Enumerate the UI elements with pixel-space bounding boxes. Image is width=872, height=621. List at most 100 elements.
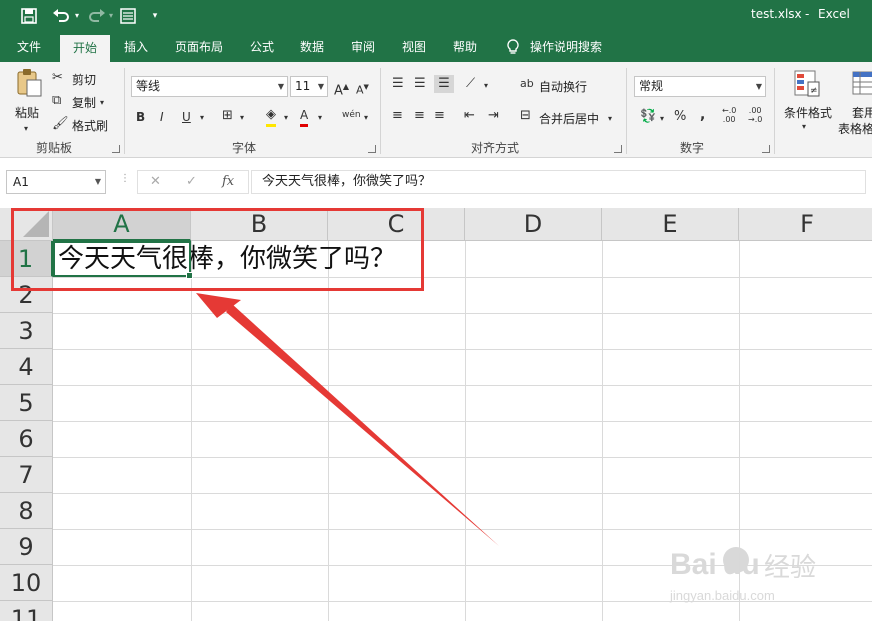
align-top-icon[interactable]: ☰ [392, 75, 404, 93]
orientation-icon[interactable]: ⟋ [466, 75, 475, 93]
redo-dropdown-icon[interactable]: ▾ [106, 6, 116, 26]
format-as-table-icon[interactable] [852, 70, 872, 98]
pinyin-button[interactable]: wén [342, 106, 361, 124]
chevron-down-icon: ▼ [94, 177, 101, 186]
undo-icon[interactable] [50, 6, 72, 26]
merge-dropdown-icon[interactable]: ▾ [608, 110, 612, 128]
row-header-9[interactable]: 9 [0, 529, 53, 565]
cut-button[interactable]: 剪切 [72, 71, 96, 88]
border-icon[interactable]: ⊞ [222, 107, 233, 125]
conditional-formatting-icon[interactable]: ≠ [794, 70, 820, 98]
row-header-4[interactable]: 4 [0, 349, 53, 385]
formula-bar: A1 ▼ ⋮ ✕ ✓ fx 今天天气很棒，你微笑了吗？ [0, 158, 872, 208]
clipboard-launcher-icon[interactable] [112, 145, 120, 153]
undo-dropdown-icon[interactable]: ▾ [72, 6, 82, 26]
merge-center-button[interactable]: 合并后居中 [539, 110, 599, 127]
row-header-10[interactable]: 10 [0, 565, 53, 601]
font-name-dropdown[interactable]: 等线 ▼ [131, 76, 288, 97]
accounting-format-icon[interactable]: 💱 [640, 108, 656, 126]
column-header-f[interactable]: F [739, 208, 872, 241]
increase-indent-icon[interactable]: ⇥ [488, 107, 499, 125]
underline-button[interactable]: U [182, 108, 191, 126]
decrease-decimal-icon[interactable]: .00 →.0 [748, 106, 762, 124]
font-color-icon[interactable]: A [300, 106, 309, 127]
align-center-icon[interactable]: ≡ [414, 107, 425, 125]
number-format-dropdown[interactable]: 常规 ▼ [634, 76, 766, 97]
tab-file[interactable]: 文件 [6, 32, 52, 62]
format-painter-button[interactable]: 格式刷 [72, 117, 108, 134]
tab-view[interactable]: 视图 [392, 32, 436, 62]
format-as-table-line2[interactable]: 表格格 [838, 120, 872, 137]
cancel-icon[interactable]: ✕ [150, 174, 161, 189]
insert-function-icon[interactable]: fx [222, 174, 234, 189]
font-name-value: 等线 [136, 79, 161, 93]
align-bottom-icon[interactable]: ☰ [434, 75, 454, 93]
font-size-dropdown[interactable]: 11 ▼ [290, 76, 328, 97]
increase-font-icon[interactable]: A▲ [334, 78, 349, 100]
orientation-dropdown-icon[interactable]: ▾ [484, 77, 488, 95]
italic-button[interactable]: I [160, 108, 164, 126]
scissors-icon: ✂ [52, 70, 63, 85]
tab-insert[interactable]: 插入 [114, 32, 158, 62]
row-header-5[interactable]: 5 [0, 385, 53, 421]
paste-button[interactable]: 粘贴 [15, 104, 39, 121]
wrap-text-icon: ab [520, 77, 534, 90]
save-icon[interactable] [18, 6, 40, 26]
number-launcher-icon[interactable] [762, 145, 770, 153]
column-header-d[interactable]: D [465, 208, 602, 241]
conditional-formatting-dropdown-icon[interactable]: ▾ [802, 118, 806, 136]
align-middle-icon[interactable]: ☰ [414, 75, 426, 93]
tab-formulas[interactable]: 公式 [240, 32, 284, 62]
font-launcher-icon[interactable] [368, 145, 376, 153]
align-left-icon[interactable]: ≡ [392, 107, 403, 125]
document-title: test.xlsx [751, 7, 802, 21]
redo-icon[interactable] [86, 6, 108, 26]
tab-help[interactable]: 帮助 [442, 32, 488, 62]
format-as-table-line1[interactable]: 套用 [852, 104, 872, 121]
underline-dropdown-icon[interactable]: ▾ [200, 109, 204, 127]
row-header-3[interactable]: 3 [0, 313, 53, 349]
align-right-icon[interactable]: ≡ [434, 107, 445, 125]
row-header-8[interactable]: 8 [0, 493, 53, 529]
form-icon[interactable] [118, 6, 138, 26]
accounting-dropdown-icon[interactable]: ▾ [660, 110, 664, 128]
decrease-indent-icon[interactable]: ⇤ [464, 107, 475, 125]
column-gridline [465, 241, 466, 621]
font-group-label: 字体 [232, 141, 257, 155]
customize-qat-icon[interactable]: ▾ [148, 6, 162, 26]
tab-data[interactable]: 数据 [290, 32, 334, 62]
conditional-formatting-button[interactable]: 条件格式 [784, 104, 832, 121]
copy-button[interactable]: 复制 [72, 94, 96, 111]
comma-style-button[interactable]: , [700, 106, 705, 124]
paste-dropdown-icon[interactable]: ▾ [24, 120, 28, 138]
font-color-dropdown-icon[interactable]: ▾ [318, 109, 322, 127]
decrease-font-icon[interactable]: A▼ [356, 78, 369, 100]
column-header-e[interactable]: E [602, 208, 739, 241]
formula-input[interactable]: 今天天气很棒，你微笑了吗？ [251, 170, 866, 194]
tab-home[interactable]: 开始 [60, 35, 110, 62]
fill-color-dropdown-icon[interactable]: ▾ [284, 109, 288, 127]
paste-icon[interactable] [14, 68, 44, 100]
percent-button[interactable]: % [674, 108, 686, 126]
row-header-6[interactable]: 6 [0, 421, 53, 457]
name-box[interactable]: A1 ▼ [6, 170, 106, 194]
pinyin-dropdown-icon[interactable]: ▾ [364, 109, 368, 127]
merge-center-icon: ⊟ [520, 108, 531, 123]
border-dropdown-icon[interactable]: ▾ [240, 109, 244, 127]
tab-page-layout[interactable]: 页面布局 [166, 32, 232, 62]
more-icon: ⋮ [120, 173, 130, 184]
increase-decimal-icon[interactable]: ←.0.00 [722, 106, 736, 124]
row-header-11[interactable]: 11 [0, 601, 53, 621]
wrap-text-button[interactable]: 自动换行 [539, 78, 587, 95]
row-header-7[interactable]: 7 [0, 457, 53, 493]
tell-me-search[interactable]: 操作说明搜索 [530, 32, 608, 62]
baidu-jingyan-watermark: Bai du 经验 jingyan.baidu.com [668, 542, 868, 612]
row-gridline [53, 529, 872, 530]
copy-dropdown-icon[interactable]: ▾ [100, 94, 104, 112]
bold-button[interactable]: B [136, 108, 145, 126]
enter-icon[interactable]: ✓ [186, 174, 197, 189]
group-divider [124, 68, 125, 154]
tab-review[interactable]: 审阅 [340, 32, 386, 62]
fill-color-icon[interactable]: ◈ [266, 106, 276, 127]
alignment-launcher-icon[interactable] [614, 145, 622, 153]
